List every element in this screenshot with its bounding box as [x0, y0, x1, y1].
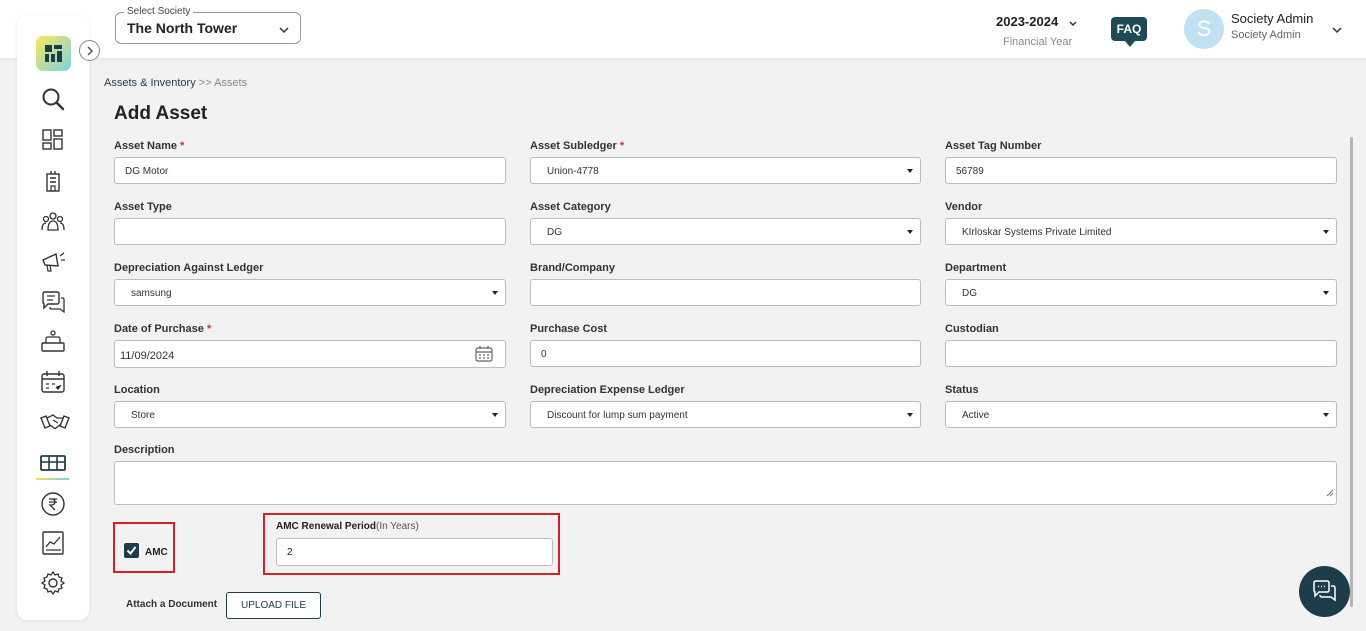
chat-support-button[interactable] — [1299, 566, 1350, 617]
chat-icon[interactable] — [40, 289, 66, 315]
custodian-label: Custodian — [945, 323, 999, 335]
custodian-input[interactable] — [945, 340, 1337, 367]
dropdown-caret-icon — [492, 291, 498, 295]
dropdown-caret-icon — [1323, 230, 1329, 234]
dropdown-caret-icon — [492, 413, 498, 417]
resize-grip-icon[interactable] — [1326, 484, 1334, 502]
depreciation-expense-label: Depreciation Expense Ledger — [530, 384, 685, 396]
asset-subledger-select[interactable]: Union-4778 — [530, 157, 921, 184]
purchase-cost-label: Purchase Cost — [530, 323, 608, 335]
service-icon[interactable] — [40, 329, 66, 355]
financial-year-selector[interactable]: 2023-2024 Financial Year — [996, 13, 1086, 49]
calendar-icon[interactable] — [475, 346, 493, 365]
user-role: Society Admin — [1231, 29, 1301, 41]
calendar-icon[interactable] — [40, 369, 66, 395]
brand-label: Brand/Company — [530, 262, 615, 274]
handshake-icon[interactable] — [40, 409, 70, 435]
financial-year-value: 2023-2024 — [996, 14, 1059, 29]
purchase-date-input[interactable]: 11/09/2024 — [114, 340, 506, 368]
top-header: Select Society The North Tower 2023-2024… — [0, 0, 1366, 58]
status-label: Status — [945, 384, 979, 396]
amc-renewal-input[interactable]: 2 — [276, 538, 553, 566]
society-select-label: Select Society — [124, 6, 194, 17]
assets-icon[interactable] — [40, 450, 66, 476]
faq-button[interactable]: FAQ — [1111, 17, 1147, 47]
location-label: Location — [114, 384, 160, 396]
chevron-down-icon — [278, 23, 290, 41]
upload-file-button[interactable]: UPLOAD FILE — [226, 592, 321, 619]
dropdown-caret-icon — [907, 230, 913, 234]
search-icon[interactable] — [40, 86, 66, 112]
depreciation-ledger-select[interactable]: samsung — [114, 279, 506, 306]
chevron-down-icon — [1068, 16, 1078, 34]
breadcrumb-separator: >> — [198, 77, 212, 89]
financial-year-label: Financial Year — [1003, 36, 1073, 48]
active-nav-indicator — [36, 478, 69, 480]
announcement-icon[interactable] — [40, 248, 66, 274]
amc-checkbox[interactable] — [124, 543, 139, 558]
department-select[interactable]: DG — [945, 279, 1337, 306]
amc-renewal-label: AMC Renewal Period(In Years) — [276, 521, 419, 532]
report-icon[interactable] — [40, 530, 66, 556]
scrollbar[interactable] — [1350, 137, 1353, 607]
chevron-down-icon[interactable] — [1331, 23, 1343, 41]
dropdown-caret-icon — [907, 169, 913, 173]
dropdown-caret-icon — [907, 413, 913, 417]
department-label: Department — [945, 262, 1007, 274]
asset-subledger-label: Asset Subledger * — [530, 140, 625, 152]
breadcrumb-current: Assets — [214, 77, 248, 89]
asset-name-input[interactable]: DG Motor — [114, 157, 506, 184]
settings-icon[interactable] — [40, 570, 66, 596]
amc-renewal-group: AMC Renewal Period(In Years) 2 — [263, 513, 560, 575]
description-textarea[interactable] — [114, 461, 1337, 505]
status-select[interactable]: Active — [945, 401, 1337, 428]
location-select[interactable]: Store — [114, 401, 506, 428]
asset-type-input[interactable] — [114, 218, 506, 245]
asset-type-label: Asset Type — [114, 201, 172, 213]
amc-label: AMC — [145, 547, 168, 558]
avatar[interactable]: S — [1184, 9, 1224, 49]
vendor-select[interactable]: KIrloskar Systems Private Limited — [945, 218, 1337, 245]
asset-name-label: Asset Name * — [114, 140, 185, 152]
society-select-value: The North Tower — [127, 20, 238, 36]
asset-tag-label: Asset Tag Number — [945, 140, 1042, 152]
description-label: Description — [114, 444, 175, 456]
asset-category-label: Asset Category — [530, 201, 611, 213]
purchase-date-label: Date of Purchase * — [114, 323, 212, 335]
vendor-label: Vendor — [945, 201, 983, 213]
page-title: Add Asset — [114, 103, 208, 124]
members-icon[interactable] — [40, 208, 66, 234]
user-name: Society Admin — [1231, 11, 1314, 26]
sidebar-toggle-button[interactable] — [79, 40, 100, 61]
dropdown-caret-icon — [1323, 291, 1329, 295]
amc-checkbox-group: AMC — [113, 522, 175, 573]
society-select[interactable]: Select Society The North Tower — [115, 6, 301, 44]
breadcrumb: Assets & Inventory >> Assets — [104, 77, 247, 89]
building-icon[interactable] — [40, 168, 66, 194]
attach-document-label: Attach a Document — [126, 599, 218, 610]
depreciation-ledger-label: Depreciation Against Ledger — [114, 262, 264, 274]
dashboard-icon[interactable] — [40, 127, 66, 153]
rupee-icon[interactable] — [40, 491, 66, 517]
dropdown-caret-icon — [1323, 413, 1329, 417]
asset-category-select[interactable]: DG — [530, 218, 921, 245]
chat-icon — [1313, 580, 1336, 602]
asset-tag-input[interactable]: 56789 — [945, 157, 1337, 184]
purchase-cost-input[interactable]: 0 — [530, 340, 921, 367]
depreciation-expense-select[interactable]: Discount for lump sum payment — [530, 401, 921, 428]
brand-input[interactable] — [530, 279, 921, 306]
breadcrumb-parent[interactable]: Assets & Inventory — [104, 77, 196, 89]
app-logo[interactable] — [36, 36, 71, 71]
